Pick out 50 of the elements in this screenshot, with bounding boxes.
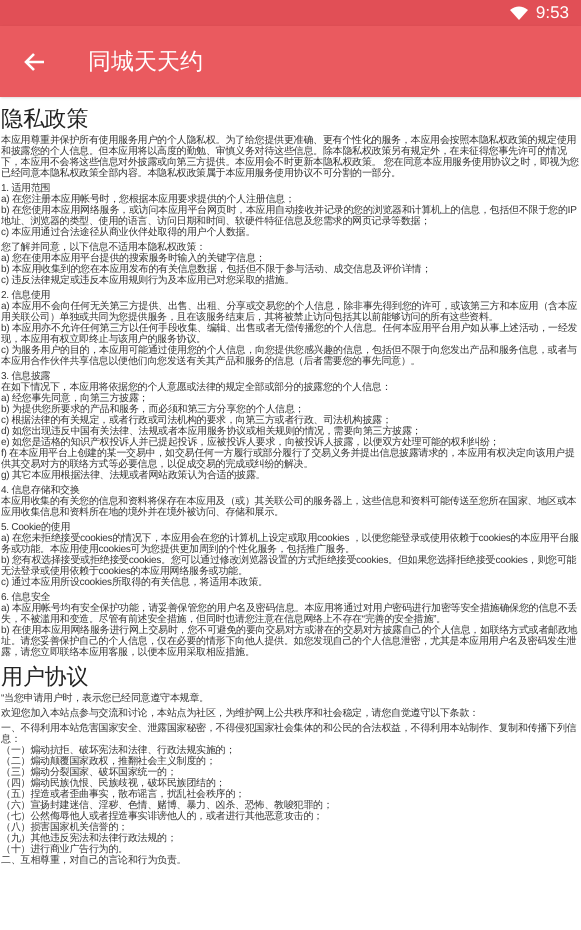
policy-paragraph: （五）捏造或者歪曲事实，散布谣言，扰乱社会秩序的； (1, 789, 246, 800)
policy-paragraph: d) 如您出现违反中国有关法律、法规或者本应用服务协议或相关规则的情况，需要向第三方披露； (1, 426, 422, 437)
policy-paragraph: c) 违反法律规定或违反本应用规则行为及本应用已对您采取的措施。 (1, 275, 296, 286)
policy-paragraph: e) 如您是适格的知识产权投诉人并已提起投诉，应被投诉人要求，向被投诉人披露，以便双方处理可能的权利纠纷； (1, 437, 500, 448)
back-arrow-icon (23, 52, 45, 72)
status-time: 9:53 (536, 2, 569, 24)
policy-paragraph: （一）煽动抗拒、破坏宪法和法律、行政法规实施的； (1, 745, 236, 756)
policy-paragraph: a) 经您事先同意，向第三方披露； (1, 393, 150, 404)
policy-paragraph: （六）宣扬封建迷信、淫秽、色情、赌博、暴力、凶杀、恐怖、教唆犯罪的； (1, 800, 334, 811)
policy-paragraph: 本应用收集的有关您的信息和资料将保存在本应用及（或）其关联公司的服务器上，这些信息和资料可能传送至您所在国家、地区或本应用收集信息和资料所在地的境外并在境外被访问、存储和展示。 (1, 496, 578, 518)
policy-paragraph: 4. 信息存储和交换 (1, 485, 81, 496)
policy-paragraph: 欢迎您加入本站点参与交流和讨论，本站点为社区，为维护网上公共秩序和社会稳定，请您自觉遵守以下条款： (1, 708, 480, 719)
policy-paragraph: 3. 信息披露 (1, 371, 52, 382)
policy-paragraph: （二）煽动颠覆国家政权，推翻社会主义制度的； (1, 756, 216, 767)
policy-paragraph: c) 通过本应用所设cookies所取得的有关信息，将适用本政策。 (1, 577, 269, 588)
policy-paragraph: b) 为提供您所要求的产品和服务，而必须和第三方分享您的个人信息； (1, 404, 306, 415)
app-title: 同城天天约 (88, 47, 203, 76)
policy-paragraph: （七）公然侮辱他人或者捏造事实诽谤他人的，或者进行其他恶意攻击的； (1, 811, 324, 822)
policy-paragraph: （八）损害国家机关信誉的； (1, 822, 129, 833)
policy-paragraph: c) 本应用通过合法途径从商业伙伴处取得的用户个人数据。 (1, 227, 256, 238)
policy-paragraph: c) 根据法律的有关规定，或者行政或司法机构的要求，向第三方或者行政、司法机构披露； (1, 415, 392, 426)
policy-paragraph: b) 本应用收集到的您在本应用发布的有关信息数据，包括但不限于参与活动、成交信息及评价详情； (1, 264, 432, 275)
policy-paragraph: a) 本应用不会向任何无关第三方提供、出售、出租、分享或交易您的个人信息，除非事先得到您的许可，或该第三方和本应用（含本应用关联公司）单独或共同为您提供服务，且在该服务结束后，其将被禁止访问包括其以前能够访问的所有这些资料。 (1, 301, 578, 323)
policy-paragraph: a) 在您未拒绝接受cookies的情况下，本应用会在您的计算机上设定或取用cookies ，以便您能登录或使用依赖于cookies的本应用平台服务或功能。本应用使用cookies可为您提供更加周到的个性化服务，包括推广服务。 (1, 533, 580, 555)
wifi-icon (510, 6, 528, 20)
policy-paragraph: b) 您有权选择接受或拒绝接受cookies。您可以通过修改浏览器设置的方式拒绝接受cookies。但如果您选择拒绝接受cookies，则您可能无法登录或使用依赖于cookies的本应用网络服务或功能。 (1, 555, 578, 577)
policy-paragraph: f) 在本应用平台上创建的某一交易中，如交易任何一方履行或部分履行了交易义务并提出信息披露请求的，本应用有权决定向该用户提供其交易对方的联络方式等必要信息，以促成交易的完成或纠纷的解决。 (1, 448, 576, 470)
section-heading: 用户协议 (1, 663, 89, 691)
policy-paragraph: （三）煽动分裂国家、破坏国家统一的； (1, 767, 176, 778)
policy-paragraph: （四）煽动民族仇恨、民族歧视，破坏民族团结的； (1, 778, 226, 789)
policy-paragraph: a) 您在使用本应用平台提供的搜索服务时输入的关键字信息； (1, 253, 266, 264)
policy-paragraph: b) 在使用本应用网络服务进行网上交易时，您不可避免的要向交易对方或潜在的交易对方披露自己的个人信息，如联络方式或者邮政地址。请您妥善保护自己的个人信息，仅在必要的情形下向他人提供。如您发现自己的个人信息泄密，尤其是本应用用户名及密码发生泄露，请您立即联络本应用客服，以便本应用采取相应措施。 (1, 625, 578, 658)
policy-paragraph: a) 在您注册本应用帐号时，您根据本应用要求提供的个人注册信息； (1, 194, 295, 205)
policy-paragraph: 本应用尊重并保护所有使用服务用户的个人隐私权。为了给您提供更准确、更有个性化的服务，本应用会按照本隐私权政策的规定使用和披露您的个人信息。但本应用将以高度的勤勉、审慎义务对待这些信息。除本隐私权政策另有规定外，在未征得您事先许可的情况下，本应用不会将这些信息对外披露或向第三方提供。本应用会不时更新本隐私权政策。 您在同意本应用服务使用协议之时，即视为您已经同意本隐私权政策全部内容。本隐私权政策属于本应用服务使用协议不可分割的一部分。 (1, 135, 580, 179)
policy-paragraph: 一、不得利用本站危害国家安全、泄露国家秘密，不得侵犯国家社会集体的和公民的合法权益，不得利用本站制作、复制和传播下列信息： (1, 723, 578, 745)
policy-paragraph: “当您申请用户时，表示您已经同意遵守本规章。 (1, 693, 210, 704)
policy-paragraph: （十）进行商业广告行为的。 (1, 844, 128, 855)
policy-paragraph: 二、互相尊重，对自己的言论和行为负责。 (1, 855, 188, 866)
policy-paragraph: 5. Cookie的使用 (1, 522, 70, 533)
policy-paragraph: 6. 信息安全 (1, 592, 50, 603)
policy-paragraph: b) 本应用亦不允许任何第三方以任何手段收集、编辑、出售或者无偿传播您的个人信息。任何本应用平台用户如从事上述活动，一经发现，本应用有权立即终止与该用户的服务协议。 (1, 323, 578, 345)
policy-paragraph: 您了解并同意，以下信息不适用本隐私权政策： (1, 242, 206, 253)
policy-paragraph: c) 为服务用户的目的，本应用可能通过使用您的个人信息，向您提供您感兴趣的信息，包括但不限于向您发出产品和服务信息，或者与本应用合作伙伴共享信息以便他们向您发送有关其产品和服务的信息（后者需要您的事先同意）。 (1, 345, 578, 367)
policy-paragraph: 1. 适用范围 (1, 183, 50, 194)
policy-paragraph: 在如下情况下，本应用将依据您的个人意愿或法律的规定全部或部分的披露您的个人信息： (1, 382, 392, 393)
policy-paragraph: 2. 信息使用 (1, 290, 52, 301)
policy-paragraph: g) 其它本应用根据法律、法规或者网站政策认为合适的披露。 (1, 470, 266, 481)
policy-paragraph: a) 本应用帐号均有安全保护功能，请妥善保管您的用户名及密码信息。本应用将通过对用户密码进行加密等安全措施确保您的信息不丢失，不被滥用和变造。尽管有前述安全措施，但同时也请您注意在信息网络上不存在“完善的安全措施”。 (1, 603, 578, 625)
policy-paragraph: （九）其他违反宪法和法律行政法规的； (1, 833, 178, 844)
section-heading: 隐私政策 (1, 105, 89, 133)
